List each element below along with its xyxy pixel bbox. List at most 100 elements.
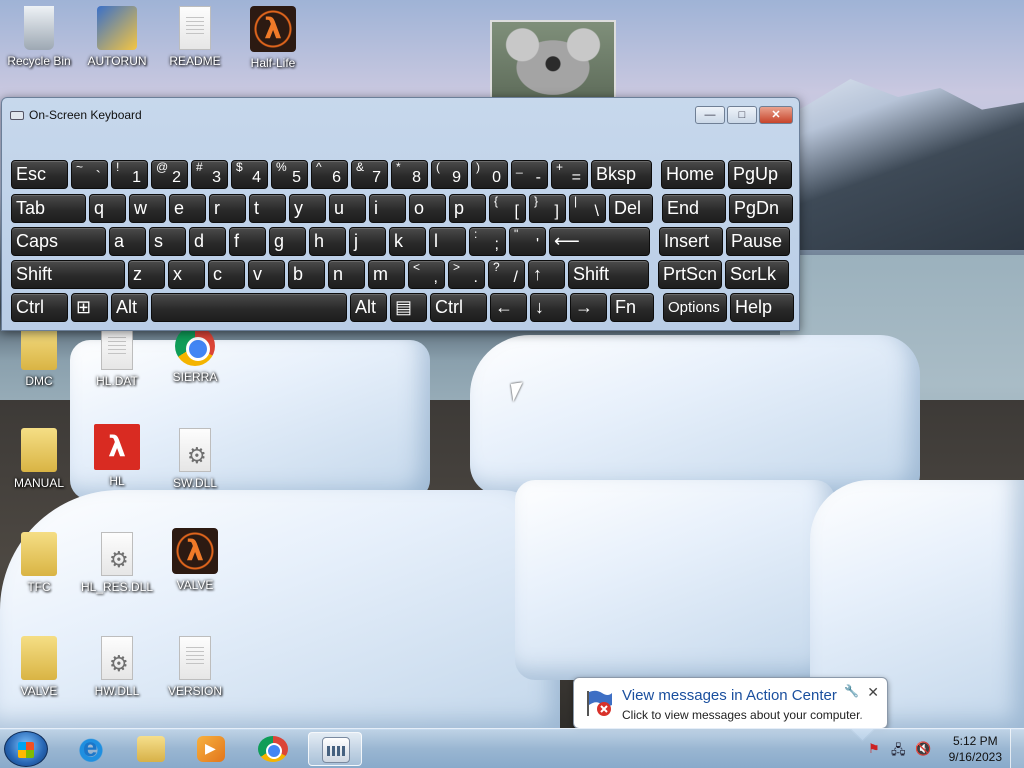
taskbar-media-player[interactable] (184, 732, 238, 766)
key-symbol[interactable]: % 5 (271, 160, 308, 189)
key-shift[interactable]: Shift (11, 260, 125, 289)
key-d[interactable]: d (189, 227, 226, 256)
key-tab[interactable]: Tab (11, 194, 86, 223)
desktop-icon-valve-app[interactable]: VALVE (157, 528, 233, 592)
desktop-icon-hl-dat[interactable]: HL.DAT (79, 326, 155, 388)
key-symbol[interactable]: ~ ` (71, 160, 108, 189)
desktop-icon-dmc[interactable]: DMC (1, 326, 77, 388)
key-options[interactable]: Options (663, 293, 727, 322)
key-symbol[interactable]: (9 (431, 160, 468, 189)
key-q[interactable]: q (89, 194, 126, 223)
desktop-icon-sierra[interactable]: SIERRA (157, 326, 233, 384)
volume-muted-tray-icon[interactable]: 🔇 (915, 741, 931, 757)
key-k[interactable]: k (389, 227, 426, 256)
key-context-menu[interactable]: ▤ (390, 293, 427, 322)
action-center-flag-tray-icon[interactable]: ⚑ (868, 741, 884, 757)
key-z[interactable]: z (128, 260, 165, 289)
key-ctrl[interactable]: Ctrl (430, 293, 487, 322)
desktop-icon-tfc[interactable]: TFC (1, 532, 77, 594)
key-symbol[interactable]: >. (448, 260, 485, 289)
key-y[interactable]: y (289, 194, 326, 223)
show-desktop-button[interactable] (1010, 729, 1024, 768)
key-t[interactable]: t (249, 194, 286, 223)
key-symbol[interactable]: $4 (231, 160, 268, 189)
key-bksp[interactable]: Bksp (591, 160, 652, 189)
desktop-icon-readme[interactable]: README (157, 6, 233, 68)
key-symbol[interactable]: #3 (191, 160, 228, 189)
key-end[interactable]: End (662, 194, 726, 223)
key-symbol[interactable]: | \ (569, 194, 606, 223)
key-n[interactable]: n (328, 260, 365, 289)
key-i[interactable]: i (369, 194, 406, 223)
key-up-arrow[interactable]: ↑ (528, 260, 565, 289)
key-pause[interactable]: Pause (726, 227, 790, 256)
key-ctrl[interactable]: Ctrl (11, 293, 68, 322)
key-symbol[interactable]: ) 0 (471, 160, 508, 189)
desktop-icon-hl[interactable]: HL (79, 424, 155, 488)
key-enter[interactable]: ⟵ (549, 227, 650, 256)
key-symbol[interactable]: & 7 (351, 160, 388, 189)
key-symbol[interactable]: <, (408, 260, 445, 289)
key-pgdn[interactable]: PgDn (729, 194, 793, 223)
key-alt[interactable]: Alt (350, 293, 387, 322)
key-windows[interactable]: ⊞ (71, 293, 108, 322)
key-prtscn[interactable]: PrtScn (658, 260, 722, 289)
key-symbol[interactable]: ? / (488, 260, 525, 289)
network-tray-icon[interactable]: 🖧 (891, 741, 907, 757)
key-shift[interactable]: Shift (568, 260, 649, 289)
maximize-button[interactable]: □ (727, 106, 757, 124)
desktop-icon-valve-folder[interactable]: VALVE (1, 636, 77, 698)
key-symbol[interactable]: }] (529, 194, 566, 223)
desktop-icon-version[interactable]: VERSION (157, 636, 233, 698)
key-symbol[interactable]: :; (469, 227, 506, 256)
taskbar-internet-explorer[interactable] (64, 732, 118, 766)
key-p[interactable]: p (449, 194, 486, 223)
desktop-icon-hw-dll[interactable]: HW.DLL (79, 636, 155, 698)
key-symbol[interactable]: {[ (489, 194, 526, 223)
key-v[interactable]: v (248, 260, 285, 289)
key-w[interactable]: w (129, 194, 166, 223)
key-space[interactable] (151, 293, 347, 322)
key-fn[interactable]: Fn (610, 293, 654, 322)
key-symbol[interactable]: ! 1 (111, 160, 148, 189)
key-pgup[interactable]: PgUp (728, 160, 792, 189)
key-scrlk[interactable]: ScrLk (725, 260, 789, 289)
desktop-icon-manual[interactable]: MANUAL (1, 428, 77, 490)
key-caps[interactable]: Caps (11, 227, 106, 256)
key-symbol[interactable]: + = (551, 160, 588, 189)
key-symbol[interactable]: " ' (509, 227, 546, 256)
key-r[interactable]: r (209, 194, 246, 223)
start-button[interactable] (4, 731, 48, 767)
minimize-button[interactable]: — (695, 106, 725, 124)
notification-title[interactable]: View messages in Action Center (622, 687, 837, 704)
key-symbol[interactable]: _ - (511, 160, 548, 189)
key-symbol[interactable]: @2 (151, 160, 188, 189)
desktop-icon-hl-res-dll[interactable]: HL_RES.DLL (79, 532, 155, 594)
key-s[interactable]: s (149, 227, 186, 256)
desktop-icon-half-life[interactable]: Half-Life (235, 6, 311, 70)
system-clock[interactable]: 5:12 PM 9/16/2023 (949, 733, 1002, 765)
key-g[interactable]: g (269, 227, 306, 256)
key-h[interactable]: h (309, 227, 346, 256)
taskbar-on-screen-keyboard[interactable] (308, 732, 362, 766)
key-insert[interactable]: Insert (659, 227, 723, 256)
action-center-notification[interactable]: View messages in Action Center Click to … (573, 677, 888, 729)
key-help[interactable]: Help (730, 293, 794, 322)
key-esc[interactable]: Esc (11, 160, 68, 189)
desktop-icon-sw-dll[interactable]: SW.DLL (157, 428, 233, 490)
key-m[interactable]: m (368, 260, 405, 289)
close-button[interactable]: ✕ (759, 106, 793, 124)
key-u[interactable]: u (329, 194, 366, 223)
key-c[interactable]: c (208, 260, 245, 289)
key-f[interactable]: f (229, 227, 266, 256)
notification-close-button[interactable]: ✕ (867, 684, 879, 701)
key-right-arrow[interactable]: → (570, 293, 607, 322)
key-left-arrow[interactable]: ← (490, 293, 527, 322)
key-x[interactable]: x (168, 260, 205, 289)
desktop-icon-autorun[interactable]: AUTORUN (79, 6, 155, 68)
taskbar-windows-explorer[interactable] (124, 732, 178, 766)
key-b[interactable]: b (288, 260, 325, 289)
key-down-arrow[interactable]: ↓ (530, 293, 567, 322)
key-del[interactable]: Del (609, 194, 653, 223)
key-e[interactable]: e (169, 194, 206, 223)
